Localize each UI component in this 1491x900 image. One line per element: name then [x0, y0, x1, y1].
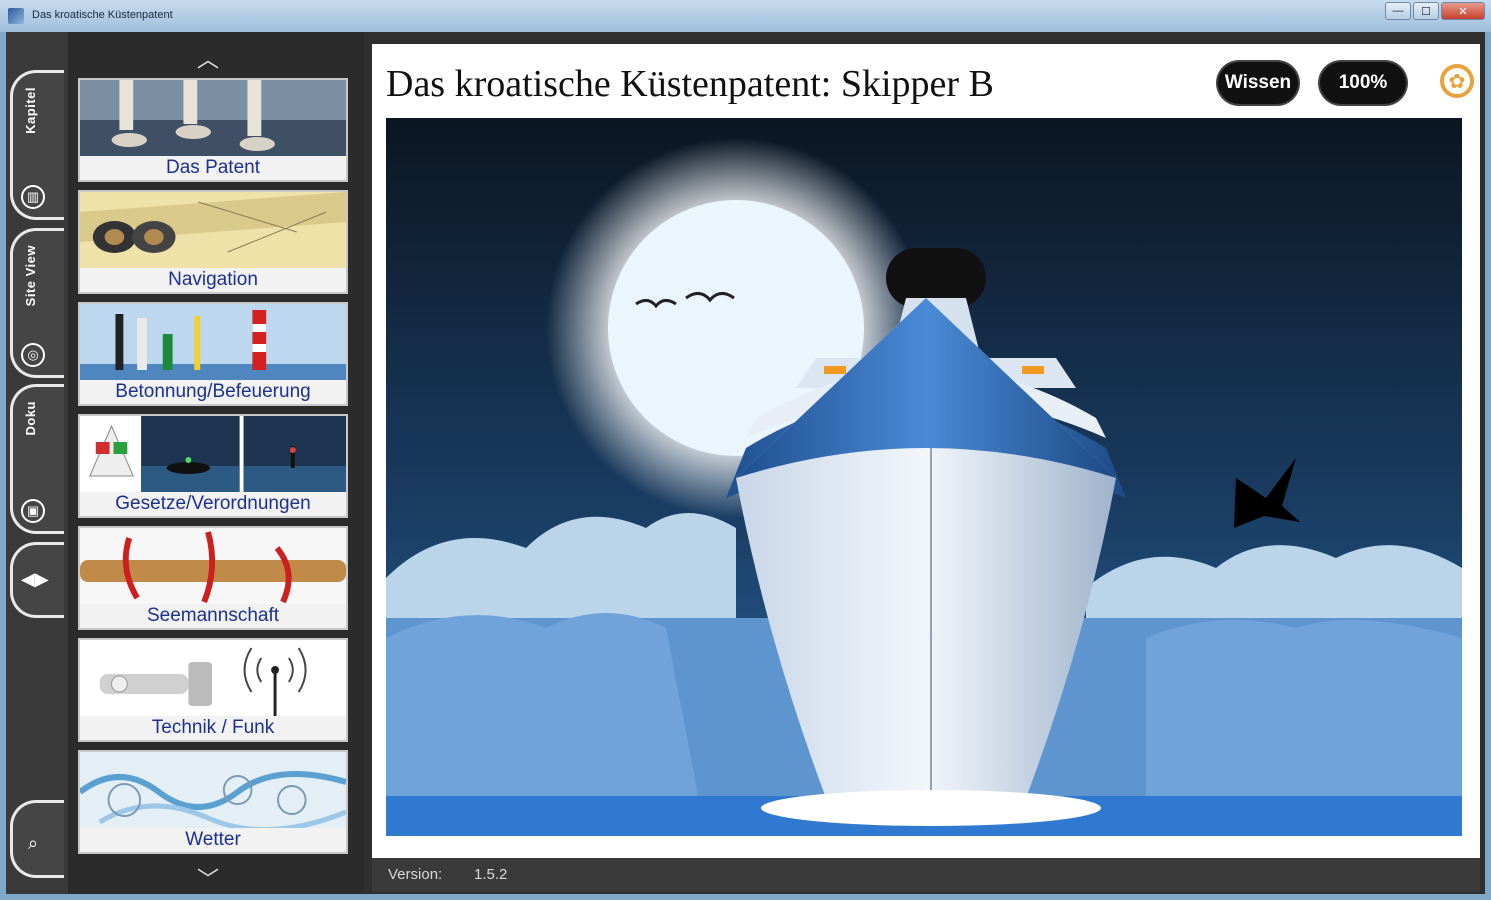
tab-doku[interactable]: Doku ▣: [10, 384, 64, 534]
technik-image: [80, 640, 346, 718]
window-title: Das kroatische Küstenpatent: [32, 9, 173, 21]
nav-item-label: Technik / Funk: [80, 716, 346, 740]
globe-icon: ◎: [21, 343, 45, 367]
nav-item-label: Wetter: [80, 828, 346, 852]
app-icon: [8, 8, 24, 24]
nav-item-betonnung[interactable]: Betonnung/Befeuerung: [78, 302, 348, 406]
close-button[interactable]: ✕: [1441, 2, 1485, 20]
scroll-up-icon[interactable]: ︿: [188, 42, 228, 72]
books-icon: ▥: [21, 185, 45, 209]
buoys-image: [80, 304, 346, 382]
minimize-button[interactable]: —: [1385, 2, 1411, 20]
nav-item-das-patent[interactable]: Das Patent: [78, 78, 348, 182]
nav-item-seemannschaft[interactable]: Seemannschaft: [78, 526, 348, 630]
status-bar: Version: 1.5.2: [372, 858, 1480, 892]
chapter-navigation: ︿ Das Patent Navigation Betonnung/Befeue…: [68, 32, 364, 894]
tab-site-view[interactable]: Site View ◎: [10, 228, 64, 378]
search-icon: ⌕: [27, 832, 39, 853]
weather-map-image: [80, 752, 346, 830]
nav-item-label: Seemannschaft: [80, 604, 346, 628]
nav-item-gesetze[interactable]: Gesetze/Verordnungen: [78, 414, 348, 518]
version-label: Version:: [388, 866, 443, 883]
nav-item-label: Betonnung/Befeuerung: [80, 380, 346, 404]
prev-next-button[interactable]: ◀▶: [10, 542, 64, 618]
version-number: 1.5.2: [474, 866, 508, 883]
tab-doku-label: Doku: [23, 401, 38, 436]
knots-image: [80, 528, 346, 606]
wissen-button[interactable]: Wissen: [1218, 62, 1298, 104]
maximize-button[interactable]: ☐: [1413, 2, 1439, 20]
nav-item-label: Gesetze/Verordnungen: [80, 492, 346, 516]
nav-item-technik-funk[interactable]: Technik / Funk: [78, 638, 348, 742]
search-button[interactable]: ⌕: [10, 800, 64, 878]
nav-item-label: Das Patent: [80, 156, 346, 180]
das-patent-image: [80, 80, 346, 158]
page-title: Das kroatische Küstenpatent: Skipper B: [386, 63, 994, 105]
settings-gear-icon[interactable]: ✿: [1440, 64, 1474, 98]
arrows-icon: ◀▶: [21, 569, 49, 589]
navigation-image: [80, 192, 346, 270]
cruise-ship-image: [386, 118, 1462, 836]
nav-item-label: Navigation: [80, 268, 346, 292]
hero-illustration: [386, 118, 1462, 836]
navigation-lights-image: [80, 416, 346, 494]
tab-site-view-label: Site View: [23, 245, 38, 307]
window-titlebar: Das kroatische Küstenpatent — ☐ ✕: [0, 0, 1491, 32]
progress-badge[interactable]: 100%: [1320, 62, 1406, 104]
tab-kapitel[interactable]: Kapitel ▥: [10, 70, 64, 220]
scroll-down-icon[interactable]: ﹀: [188, 862, 228, 892]
tab-kapitel-label: Kapitel: [23, 87, 38, 134]
nav-item-navigation[interactable]: Navigation: [78, 190, 348, 294]
book-icon: ▣: [21, 499, 45, 523]
nav-item-wetter[interactable]: Wetter: [78, 750, 348, 854]
main-content: Das kroatische Küstenpatent: Skipper B W…: [372, 44, 1480, 858]
